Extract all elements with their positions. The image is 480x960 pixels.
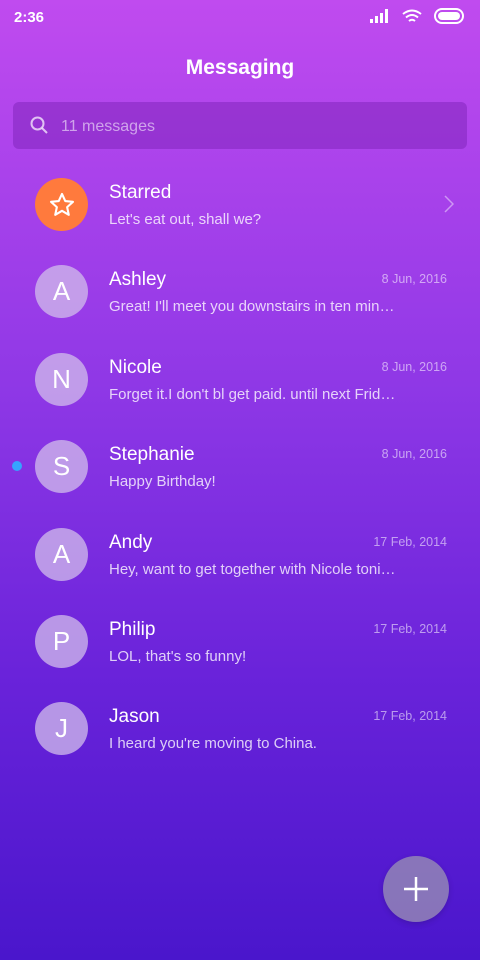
unread-dot — [12, 461, 22, 472]
avatar: S — [35, 440, 88, 494]
conversation-row[interactable]: J Jason 17 Feb, 2014 I heard you're movi… — [0, 684, 480, 771]
conversation-date: 17 Feb, 2014 — [373, 534, 447, 549]
conversation-row[interactable]: S Stephanie 8 Jun, 2016 Happy Birthday! — [0, 422, 480, 509]
conversation-name: Starred — [109, 182, 172, 203]
conversation-date: 8 Jun, 2016 — [381, 272, 447, 287]
signal-icon — [370, 9, 388, 23]
conversation-row[interactable]: A Andy 17 Feb, 2014 Hey, want to get tog… — [0, 510, 480, 597]
avatar: P — [35, 614, 88, 668]
avatar: N — [35, 352, 88, 406]
conversation-preview: LOL, that's so funny! — [109, 647, 247, 665]
page-title: Messaging — [185, 56, 295, 79]
status-bar: 2:36 — [0, 0, 480, 36]
avatar: A — [35, 265, 88, 319]
search-icon — [30, 116, 48, 134]
conversation-date: 17 Feb, 2014 — [373, 709, 447, 724]
conversation-list: Starred Let's eat out, shall we? A Ashle… — [0, 160, 480, 772]
conversation-name: Philip — [109, 618, 156, 640]
search-input[interactable] — [59, 102, 443, 151]
conversation-row[interactable]: N Nicole 8 Jun, 2016 Forget it.I don't b… — [0, 335, 480, 422]
conversation-preview: Hey, want to get together with Nicole to… — [109, 560, 399, 578]
conversation-preview: Happy Birthday! — [109, 473, 216, 491]
plus-icon — [404, 877, 428, 901]
chevron-right-icon — [444, 195, 454, 213]
new-message-button[interactable] — [383, 856, 449, 922]
conversation-row-starred[interactable]: Starred Let's eat out, shall we? — [0, 160, 480, 247]
avatar: J — [35, 702, 88, 756]
conversation-name: Jason — [109, 706, 160, 728]
status-icons — [370, 8, 466, 24]
conversation-preview: I heard you're moving to China. — [109, 735, 317, 753]
conversation-preview: Let's eat out, shall we? — [109, 211, 262, 228]
conversation-preview: Forget it.I don't bl get paid. until nex… — [109, 385, 399, 403]
avatar: A — [35, 527, 88, 581]
battery-icon — [434, 8, 464, 24]
conversation-name: Ashley — [109, 269, 167, 291]
status-time: 2:36 — [14, 9, 45, 26]
wifi-icon — [402, 9, 422, 22]
conversation-preview: Great! I'll meet you downstairs in ten m… — [109, 298, 399, 316]
star-icon — [49, 192, 74, 216]
conversation-date: 17 Feb, 2014 — [373, 621, 447, 636]
conversation-date: 8 Jun, 2016 — [381, 359, 447, 374]
conversation-date: 8 Jun, 2016 — [381, 447, 447, 462]
search-bar[interactable] — [13, 102, 467, 151]
conversation-name: Stephanie — [109, 444, 195, 466]
conversation-name: Nicole — [109, 356, 162, 378]
conversation-row[interactable]: P Philip 17 Feb, 2014 LOL, that's so fun… — [0, 597, 480, 684]
conversation-name: Andy — [109, 531, 153, 553]
starred-avatar — [35, 178, 88, 231]
conversation-row[interactable]: A Ashley 8 Jun, 2016 Great! I'll meet yo… — [0, 247, 480, 334]
